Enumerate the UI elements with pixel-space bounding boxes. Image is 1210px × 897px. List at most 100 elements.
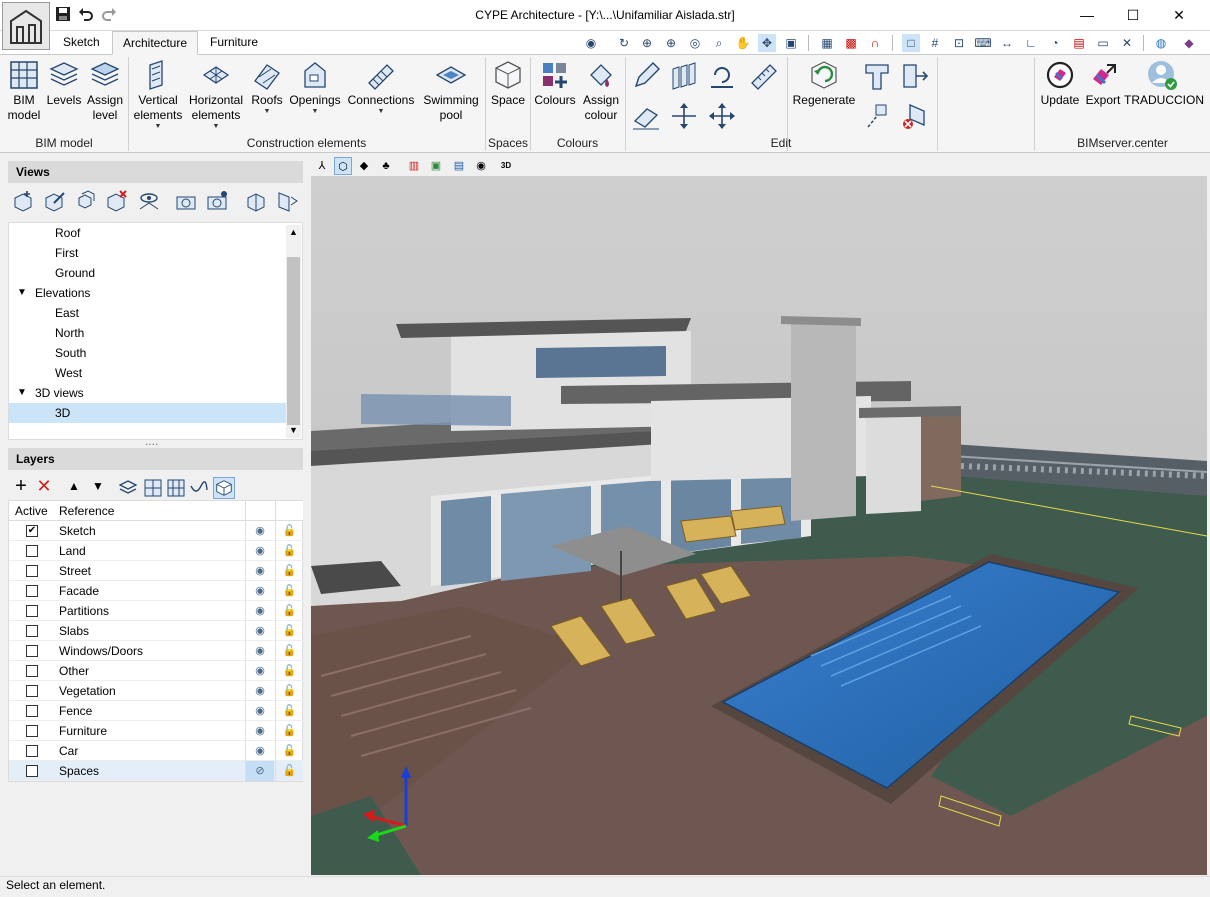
move-up-icon[interactable]: ▲: [64, 476, 84, 496]
angle-icon[interactable]: ∟: [1022, 34, 1040, 52]
3d-mode-icon[interactable]: 3D: [497, 157, 515, 175]
move-down-icon[interactable]: ▼: [88, 476, 108, 496]
new-view-icon[interactable]: [11, 189, 35, 213]
rotate-element-icon[interactable]: [707, 61, 737, 91]
copy-view-icon[interactable]: [73, 189, 97, 213]
layer-row[interactable]: Land ◉ 🔓: [9, 541, 303, 561]
layer-row[interactable]: Other ◉ 🔓: [9, 661, 303, 681]
close-button[interactable]: ✕: [1156, 0, 1202, 31]
section-view-icon[interactable]: [244, 189, 268, 213]
vertical-elements-button[interactable]: Vertical elements ▼: [132, 55, 184, 131]
edit-pencil-icon[interactable]: [631, 61, 661, 91]
layer-grid-icon[interactable]: [166, 478, 186, 498]
rotate-icon[interactable]: ◔: [1046, 34, 1064, 52]
layer-active-checkbox[interactable]: [26, 725, 38, 737]
lock-icon[interactable]: 🔓: [275, 541, 303, 561]
layer-active-checkbox[interactable]: [26, 705, 38, 717]
lock-icon[interactable]: 🔓: [275, 761, 303, 781]
tree-item-3d-views[interactable]: ▼ 3D views: [9, 383, 287, 403]
measure-icon[interactable]: [748, 61, 778, 91]
assign-level-button[interactable]: Assign level: [84, 55, 126, 123]
layer-row[interactable]: Facade ◉ 🔓: [9, 581, 303, 601]
eraser-icon[interactable]: [631, 101, 661, 131]
undo-icon[interactable]: [77, 6, 95, 24]
lock-icon[interactable]: 🔓: [275, 601, 303, 621]
3d-viewport[interactable]: [311, 176, 1207, 875]
delete-layer-icon[interactable]: ✕: [34, 476, 54, 496]
tree-icon[interactable]: ♣: [377, 157, 395, 175]
center-snap-icon[interactable]: ⊡: [950, 34, 968, 52]
layer-row[interactable]: Slabs ◉ 🔓: [9, 621, 303, 641]
layer-active-checkbox[interactable]: [26, 645, 38, 657]
swimming-pool-button[interactable]: Swimming pool: [420, 55, 482, 123]
tab-furniture[interactable]: Furniture: [200, 31, 268, 55]
layer-curve-icon[interactable]: [189, 478, 209, 498]
eye-icon[interactable]: ◉: [245, 601, 274, 621]
dimension-icon[interactable]: ↔: [998, 34, 1016, 52]
zoom-in-icon[interactable]: ⊕: [662, 34, 680, 52]
delete-element-icon[interactable]: [900, 101, 930, 131]
export-button[interactable]: Export: [1082, 55, 1124, 108]
eye-icon[interactable]: ◉: [245, 521, 274, 541]
keyboard-icon[interactable]: ⌨: [974, 34, 992, 52]
views-scrollbar[interactable]: ▲ ▼: [286, 225, 301, 438]
layer-row[interactable]: Windows/Doors ◉ 🔓: [9, 641, 303, 661]
layer-row[interactable]: Spaces ⊘ 🔓: [9, 761, 303, 781]
redo-icon[interactable]: [100, 6, 118, 24]
layer-active-checkbox[interactable]: [26, 605, 38, 617]
maximize-button[interactable]: ☐: [1110, 0, 1156, 31]
lock-icon[interactable]: 🔓: [275, 561, 303, 581]
layer-row[interactable]: Car ◉ 🔓: [9, 741, 303, 761]
layer-active-checkbox[interactable]: [26, 665, 38, 677]
move-icon[interactable]: [707, 101, 737, 131]
layer-active-checkbox[interactable]: [26, 565, 38, 577]
layer-active-checkbox[interactable]: [26, 685, 38, 697]
assign-colour-button[interactable]: Assign colour: [578, 55, 624, 123]
chevron-down-icon[interactable]: ▼: [17, 383, 27, 403]
camera-settings-icon[interactable]: [205, 189, 229, 213]
layer-active-checkbox[interactable]: [26, 765, 38, 777]
eye-icon[interactable]: ◉: [245, 721, 274, 741]
tree-item-first[interactable]: First: [9, 243, 287, 263]
tree-item-roof[interactable]: Roof: [9, 223, 287, 243]
save-icon[interactable]: [54, 6, 72, 24]
zoom-previous-icon[interactable]: ◎: [686, 34, 704, 52]
tab-sketch[interactable]: Sketch: [53, 31, 110, 55]
colours-button[interactable]: Colours: [532, 55, 578, 108]
layer-active-checkbox[interactable]: ✔: [26, 525, 38, 537]
binoculars-icon[interactable]: ◉: [582, 34, 600, 52]
lock-icon[interactable]: 🔓: [275, 581, 303, 601]
comment-icon[interactable]: ▭: [1094, 34, 1112, 52]
beam-icon[interactable]: [862, 61, 892, 91]
camera-icon[interactable]: [174, 189, 198, 213]
lock-icon[interactable]: 🔓: [275, 621, 303, 641]
layer-active-checkbox[interactable]: [26, 545, 38, 557]
layer-split-icon[interactable]: [143, 478, 163, 498]
layer-active-checkbox[interactable]: [26, 745, 38, 757]
levels-button[interactable]: Levels: [44, 55, 84, 108]
3d-solid-icon[interactable]: ⬡: [334, 157, 352, 175]
extend-icon[interactable]: [900, 61, 930, 91]
minimize-button[interactable]: —: [1064, 0, 1110, 31]
zoom-extents-icon[interactable]: ▣: [782, 34, 800, 52]
layer-stack-icon[interactable]: [118, 478, 138, 498]
globe-icon[interactable]: ◍: [1152, 34, 1170, 52]
lock-icon[interactable]: 🔓: [275, 521, 303, 541]
update-button[interactable]: Update: [1038, 55, 1082, 108]
eye-hidden-icon[interactable]: ⊘: [245, 761, 274, 781]
horizontal-elements-button[interactable]: Horizontal elements ▼: [186, 55, 246, 131]
grid-snap-icon[interactable]: ▩: [842, 34, 860, 52]
plan-icon[interactable]: ▣: [427, 157, 445, 175]
pan-hand-icon[interactable]: ✋: [734, 34, 752, 52]
eye-icon[interactable]: ◉: [245, 621, 274, 641]
layer-row[interactable]: Fence ◉ 🔓: [9, 701, 303, 721]
eye-icon[interactable]: ◉: [245, 641, 274, 661]
app-logo[interactable]: [2, 2, 50, 50]
eye-icon[interactable]: ◉: [245, 661, 274, 681]
lock-icon[interactable]: 🔓: [275, 741, 303, 761]
regenerate-button[interactable]: Regenerate: [791, 55, 857, 108]
book-icon[interactable]: ◆: [1180, 34, 1198, 52]
copy-elements-icon[interactable]: [669, 61, 699, 91]
layer-row[interactable]: Vegetation ◉ 🔓: [9, 681, 303, 701]
section-icon[interactable]: ▥: [405, 157, 423, 175]
